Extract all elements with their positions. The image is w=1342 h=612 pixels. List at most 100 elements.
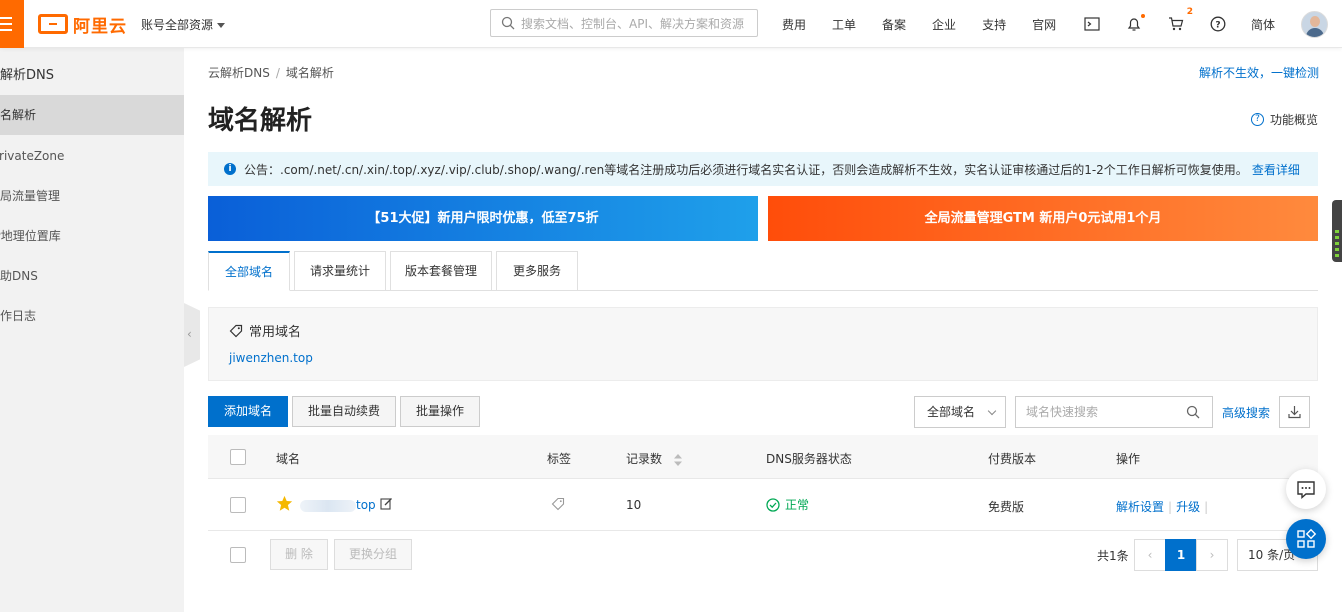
chevron-left-icon: ‹ <box>187 327 192 341</box>
account-resources-dropdown[interactable]: 账号全部资源 <box>141 16 226 33</box>
notice-text: 公告：.com/.net/.cn/.xin/.top/.xyz/.vip/.cl… <box>244 162 1248 177</box>
column-records[interactable]: 记录数 <box>626 450 682 467</box>
search-icon[interactable] <box>1186 405 1200 419</box>
page-number-button[interactable]: 1 <box>1165 539 1197 571</box>
action-divider: | <box>1204 500 1209 514</box>
apps-button[interactable] <box>1286 519 1326 559</box>
favorite-domains-label: 常用域名 <box>249 325 302 340</box>
domain-filter-value: 全部域名 <box>927 405 976 419</box>
chat-button[interactable] <box>1286 469 1326 509</box>
tag-icon[interactable] <box>551 497 565 514</box>
account-resources-label: 账号全部资源 <box>141 18 214 32</box>
chevron-left-icon: ‹ <box>1147 548 1153 562</box>
check-circle-icon <box>766 497 780 512</box>
nav-tickets[interactable]: 工单 <box>832 16 856 33</box>
svg-text:?: ? <box>1215 21 1220 31</box>
avatar[interactable] <box>1301 11 1328 38</box>
edit-icon[interactable] <box>380 497 393 513</box>
chevron-down-icon <box>987 406 997 416</box>
row-checkbox[interactable] <box>230 497 246 513</box>
batch-operations-button[interactable]: 批量操作 <box>400 396 480 427</box>
top-bar: 阿里云 账号全部资源 搜索文档、控制台、API、解决方案和资源 费用 工单 备案… <box>0 0 1342 48</box>
promo-banner-51[interactable]: 【51大促】新用户限时优惠，低至75折 <box>208 196 758 241</box>
sidebar-item-secondary-dns[interactable]: 辅助DNS <box>0 256 184 296</box>
aliyun-logo[interactable]: 阿里云 <box>38 12 127 37</box>
domain-search-input[interactable] <box>1016 397 1176 427</box>
prev-page-button[interactable]: ‹ <box>1134 539 1166 571</box>
star-icon[interactable] <box>276 495 293 515</box>
help-icon[interactable]: ? <box>1210 16 1226 32</box>
advanced-search-link[interactable]: 高级搜索 <box>1222 404 1270 421</box>
row-actions: 解析设置 | 升级 | <box>1116 498 1212 515</box>
global-search-input[interactable]: 搜索文档、控制台、API、解决方案和资源 <box>490 9 758 37</box>
sidebar-title: 云解析DNS <box>0 68 54 83</box>
sidebar-item-operation-log[interactable]: 操作日志 <box>0 296 184 336</box>
batch-auto-renew-button[interactable]: 批量自动续费 <box>292 396 396 427</box>
nav-billing[interactable]: 费用 <box>782 16 806 33</box>
add-domain-button[interactable]: 添加域名 <box>208 396 288 427</box>
logo-text: 阿里云 <box>73 16 127 37</box>
column-edition: 付费版本 <box>988 452 1037 466</box>
nav-icp[interactable]: 备案 <box>882 16 906 33</box>
side-widget[interactable] <box>1332 200 1342 262</box>
function-overview-link[interactable]: ? 功能概览 <box>1251 111 1318 128</box>
page-title: 域名解析 <box>208 106 313 136</box>
total-count: 共1条 <box>1097 549 1129 563</box>
sidebar-collapse-handle[interactable]: ‹ <box>184 303 200 367</box>
download-button[interactable] <box>1279 396 1310 428</box>
promo-banner-gtm[interactable]: 全局流量管理GTM 新用户0元试用1个月 <box>768 196 1318 241</box>
record-count: 10 <box>626 498 642 512</box>
top-icons: 2 ? <box>1084 0 1252 48</box>
table-row: top 10 正常 免费版 解析设置 | 升级 | <box>208 479 1318 531</box>
menu-icon[interactable] <box>0 0 24 48</box>
delete-button[interactable]: 删 除 <box>270 539 328 570</box>
info-icon: i <box>224 163 236 175</box>
cart-icon[interactable]: 2 <box>1168 7 1193 32</box>
tabs: 全部域名 请求量统计 版本套餐管理 更多服务 <box>208 251 582 291</box>
notice-detail-link[interactable]: 查看详细 <box>1252 161 1300 178</box>
sidebar-item-ip-geo[interactable]: IP地理位置库 <box>0 216 184 256</box>
nav-enterprise[interactable]: 企业 <box>932 16 956 33</box>
cart-badge: 2 <box>1186 7 1193 17</box>
footer-select-all-checkbox[interactable] <box>230 547 246 563</box>
nav-official-site[interactable]: 官网 <box>1032 16 1056 33</box>
column-records-label: 记录数 <box>626 452 663 466</box>
nav-support[interactable]: 支持 <box>982 16 1006 33</box>
question-icon: ? <box>1251 113 1264 126</box>
favorite-domain-link[interactable]: jiwenzhen.top <box>229 351 313 365</box>
sidebar-item-privatezone[interactable]: PrivateZone <box>0 136 184 176</box>
terminal-icon[interactable] <box>1084 16 1100 32</box>
breadcrumb-item[interactable]: 云解析DNS <box>208 66 270 80</box>
domain-filter-select[interactable]: 全部域名 <box>914 396 1006 428</box>
sidebar-item-gtm[interactable]: 全局流量管理 <box>0 176 184 216</box>
column-actions: 操作 <box>1116 452 1141 466</box>
dns-settings-link[interactable]: 解析设置 <box>1116 500 1164 514</box>
sort-icon[interactable] <box>673 453 682 466</box>
edition-value: 免费版 <box>988 500 1025 514</box>
tab-more-services[interactable]: 更多服务 <box>496 251 578 291</box>
language-switch[interactable]: 简体 <box>1251 16 1275 33</box>
upgrade-link[interactable]: 升级 <box>1176 500 1200 514</box>
change-group-button[interactable]: 更换分组 <box>334 539 412 570</box>
caret-down-icon <box>217 23 226 28</box>
select-all-checkbox[interactable] <box>230 449 246 465</box>
sidebar-item-label: IP地理位置库 <box>0 229 61 243</box>
tab-all-domains[interactable]: 全部域名 <box>208 251 290 291</box>
domain-quick-search[interactable] <box>1015 396 1213 428</box>
sidebar-item-label: 全局流量管理 <box>0 189 61 203</box>
resolution-check-link[interactable]: 解析不生效，一键检测 <box>1199 64 1319 81</box>
next-page-button[interactable]: › <box>1196 539 1228 571</box>
search-icon <box>501 16 515 30</box>
sidebar-item-label: 操作日志 <box>0 309 37 323</box>
domain-suffix: top <box>356 498 376 512</box>
sidebar-item-domain-resolution[interactable]: 域名解析 <box>0 95 184 135</box>
bell-icon[interactable] <box>1126 14 1145 32</box>
tab-request-stats[interactable]: 请求量统计 <box>294 251 386 291</box>
top-nav: 费用 工单 备案 企业 支持 官网 <box>782 0 1082 48</box>
sidebar: 云解析DNS 域名解析 PrivateZone 全局流量管理 IP地理位置库 辅… <box>0 48 184 612</box>
dns-status: 正常 <box>766 496 809 513</box>
domain-name-link[interactable]: top <box>300 498 376 512</box>
sidebar-item-label: 域名解析 <box>0 108 37 122</box>
tab-edition-plans[interactable]: 版本套餐管理 <box>390 251 492 291</box>
masked-domain-prefix <box>300 499 356 512</box>
